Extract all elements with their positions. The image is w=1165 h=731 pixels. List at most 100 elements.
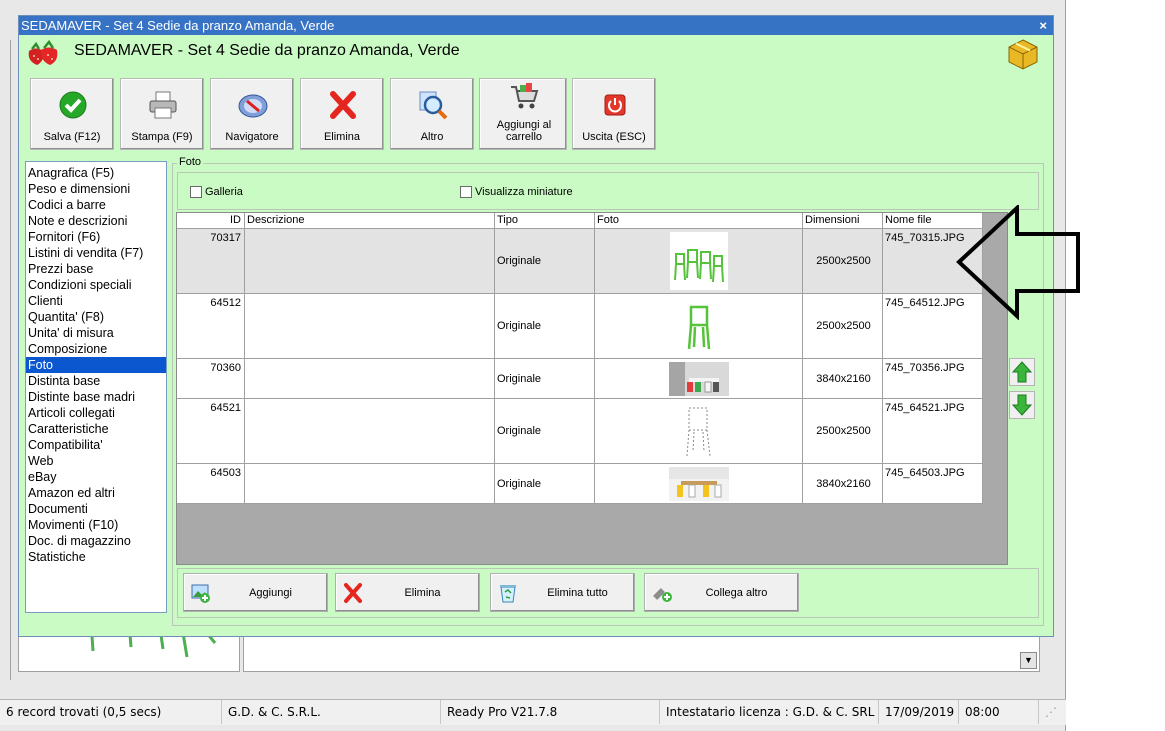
- magnifier-icon: [419, 91, 448, 120]
- cell-dimensioni: 2500x2500: [803, 229, 883, 293]
- nav-item-ebay[interactable]: eBay: [26, 469, 166, 485]
- cell-dimensioni: 2500x2500: [803, 399, 883, 463]
- cell-tipo: Originale: [495, 294, 595, 358]
- col-header-descrizione[interactable]: Descrizione: [245, 213, 495, 228]
- more-button[interactable]: Altro: [390, 78, 474, 150]
- cell-tipo: Originale: [495, 359, 595, 398]
- foto-options-box: [177, 172, 1039, 210]
- nav-item-compatibilita[interactable]: Compatibilita': [26, 437, 166, 453]
- product-dialog: SEDAMAVER - Set 4 Sedie da pranzo Amanda…: [18, 15, 1054, 637]
- memo-scroll-down-button[interactable]: ▼: [1020, 652, 1037, 669]
- nav-item-movimenti[interactable]: Movimenti (F10): [26, 517, 166, 533]
- add-to-cart-button[interactable]: Aggiungi al carrello: [479, 78, 567, 150]
- more-label: Altro: [420, 131, 444, 143]
- nav-item-doc-magazzino[interactable]: Doc. di magazzino: [26, 533, 166, 549]
- delete-button[interactable]: Elimina: [300, 78, 384, 150]
- cell-dimensioni: 2500x2500: [803, 294, 883, 358]
- nav-item-web[interactable]: Web: [26, 453, 166, 469]
- navigator-label: Navigatore: [225, 131, 279, 143]
- cell-foto: [595, 464, 803, 503]
- cell-dimensioni: 3840x2160: [803, 464, 883, 503]
- recycle-bin-icon: [500, 585, 516, 603]
- cell-id: 64503: [177, 464, 245, 503]
- col-header-dimensioni[interactable]: Dimensioni: [803, 213, 883, 228]
- nav-item-articoli[interactable]: Articoli collegati: [26, 405, 166, 421]
- move-down-button[interactable]: [1009, 391, 1035, 419]
- nav-item-prezzi[interactable]: Prezzi base: [26, 261, 166, 277]
- miniature-label: Visualizza miniature: [475, 186, 573, 198]
- cell-foto: [595, 229, 803, 293]
- nav-item-composizione[interactable]: Composizione: [26, 341, 166, 357]
- nav-item-peso[interactable]: Peso e dimensioni: [26, 181, 166, 197]
- nav-item-foto[interactable]: Foto: [26, 357, 166, 373]
- dialog-titlebar[interactable]: SEDAMAVER - Set 4 Sedie da pranzo Amanda…: [19, 16, 1053, 35]
- nav-item-statistiche[interactable]: Statistiche: [26, 549, 166, 565]
- nav-item-documenti[interactable]: Documenti: [26, 501, 166, 517]
- cell-nome-file: 745_64503.JPG: [883, 464, 983, 503]
- link-other-button[interactable]: Collega altro: [644, 573, 799, 612]
- delete-photo-button[interactable]: Elimina: [335, 573, 480, 612]
- cell-id: 70317: [177, 229, 245, 293]
- nav-item-clienti[interactable]: Clienti: [26, 293, 166, 309]
- nav-item-unita[interactable]: Unita' di misura: [26, 325, 166, 341]
- cell-tipo: Originale: [495, 229, 595, 293]
- table-row[interactable]: 64512 Originale 2500x2500 745_64512.JPG: [177, 294, 983, 359]
- status-bar: 6 record trovati (0,5 secs) G.D. & C. S.…: [0, 699, 1066, 725]
- col-header-tipo[interactable]: Tipo: [495, 213, 595, 228]
- col-header-foto[interactable]: Foto: [595, 213, 803, 228]
- cell-foto: [595, 399, 803, 463]
- cell-nome-file: 745_64521.JPG: [883, 399, 983, 463]
- status-date: 17/09/2019: [879, 700, 959, 724]
- col-header-id[interactable]: ID: [177, 213, 245, 228]
- nav-item-quantita[interactable]: Quantita' (F8): [26, 309, 166, 325]
- exit-label: Uscita (ESC): [582, 131, 646, 143]
- room-scene-thumbnail: [668, 361, 729, 396]
- print-button[interactable]: Stampa (F9): [120, 78, 204, 150]
- move-up-button[interactable]: [1009, 358, 1035, 386]
- nav-item-fornitori[interactable]: Fornitori (F6): [26, 229, 166, 245]
- galleria-checkbox[interactable]: [190, 186, 202, 198]
- strawberry-logo-icon: [28, 39, 58, 65]
- table-row[interactable]: 70317 Originale 2500x2500 745_70315.JPG: [177, 229, 983, 294]
- delete-all-button[interactable]: Elimina tutto: [490, 573, 635, 612]
- cell-descrizione: [245, 399, 495, 463]
- red-x-icon: [330, 91, 356, 119]
- green-up-arrow-icon: [1011, 361, 1033, 383]
- cart-icon: [511, 83, 539, 109]
- table-row[interactable]: 70360 Originale 3840x2160 745_70356.JPG: [177, 359, 983, 399]
- nav-item-caratteristiche[interactable]: Caratteristiche: [26, 421, 166, 437]
- table-row[interactable]: 64503 Originale 3840x2160 745_64503.JPG: [177, 464, 983, 504]
- add-photo-button[interactable]: Aggiungi: [183, 573, 328, 612]
- status-time: 08:00: [959, 700, 1039, 724]
- miniature-checkbox[interactable]: [460, 186, 472, 198]
- close-button[interactable]: ×: [1039, 16, 1047, 35]
- cell-descrizione: [245, 294, 495, 358]
- nav-item-listini[interactable]: Listini di vendita (F7): [26, 245, 166, 261]
- check-icon: [59, 91, 87, 119]
- nav-item-anagrafica[interactable]: Anagrafica (F5): [26, 165, 166, 181]
- cell-dimensioni: 3840x2160: [803, 359, 883, 398]
- nav-item-condizioni[interactable]: Condizioni speciali: [26, 277, 166, 293]
- nav-item-codici[interactable]: Codici a barre: [26, 197, 166, 213]
- nav-item-amazon[interactable]: Amazon ed altri: [26, 485, 166, 501]
- add-photo-label: Aggiungi: [249, 587, 292, 599]
- section-nav-list[interactable]: Anagrafica (F5) Peso e dimensioni Codici…: [25, 161, 167, 613]
- save-button[interactable]: Salva (F12): [30, 78, 114, 150]
- resize-grip-icon[interactable]: ⋰: [1039, 700, 1066, 724]
- chairs-set-thumbnail: [669, 232, 728, 290]
- save-label: Salva (F12): [43, 131, 101, 143]
- nav-item-note[interactable]: Note e descrizioni: [26, 213, 166, 229]
- nav-item-distinte-madri[interactable]: Distinte base madri: [26, 389, 166, 405]
- nav-item-distinta[interactable]: Distinta base: [26, 373, 166, 389]
- table-row[interactable]: 64521 Originale 2500x2500 745_64521.JPG: [177, 399, 983, 464]
- package-box-icon: [1008, 39, 1038, 70]
- delete-label: Elimina: [323, 131, 361, 143]
- background-panel-edge: [10, 40, 18, 680]
- desktop-area: [1066, 0, 1165, 731]
- cell-descrizione: [245, 229, 495, 293]
- exit-button[interactable]: Uscita (ESC): [572, 78, 656, 150]
- navigator-button[interactable]: Navigatore: [210, 78, 294, 150]
- photo-grid[interactable]: ID Descrizione Tipo Foto Dimensioni Nome…: [176, 212, 1008, 565]
- delete-all-label: Elimina tutto: [547, 587, 608, 599]
- status-license: Intestatario licenza : G.D. & C. SRL: [660, 700, 879, 724]
